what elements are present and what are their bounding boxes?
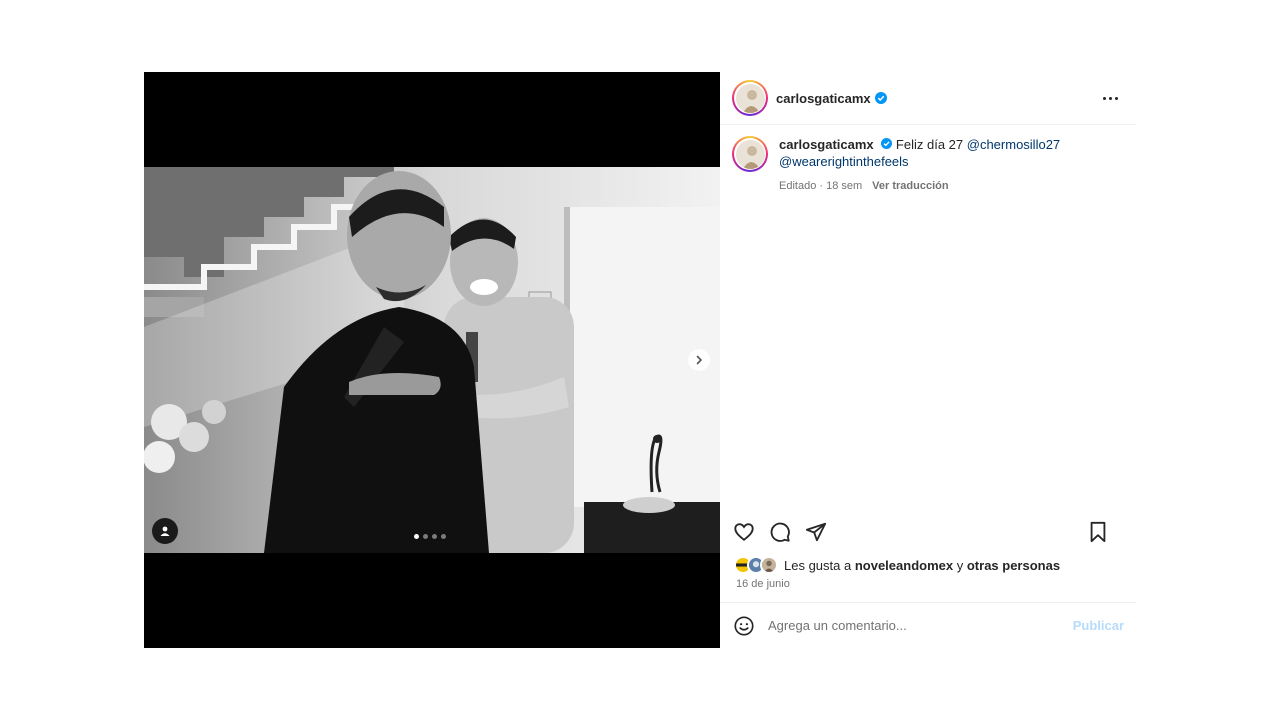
avatar-image: [735, 83, 765, 113]
likes-conjunction: y: [956, 557, 964, 573]
caption-body: carlosgaticamx Feliz día 27 @chermosillo…: [779, 136, 1060, 195]
caption-message: Feliz día 27: [895, 137, 964, 152]
carousel-next-button[interactable]: [688, 349, 710, 371]
caption-mention-link[interactable]: @wearerightinthefeels: [779, 154, 909, 169]
avatar-frame: [734, 82, 766, 114]
more-options-icon-dot: [1114, 96, 1118, 100]
carousel-indicator: [414, 534, 446, 539]
edited-timestamp: Editado · 18 sem: [779, 180, 863, 192]
chevron-right-icon: [696, 355, 703, 365]
post-caption: carlosgaticamx Feliz día 27 @chermosillo…: [732, 136, 1124, 195]
likes-user-link[interactable]: noveleandomex: [855, 558, 953, 573]
verified-badge-icon: [881, 138, 893, 149]
post-media[interactable]: [144, 72, 720, 648]
more-options-button[interactable]: [1098, 88, 1122, 108]
caption-username[interactable]: carlosgaticamx: [779, 137, 874, 152]
liker-avatar: [760, 556, 778, 574]
more-options-icon-dot: [1102, 96, 1106, 100]
avatar-image: [735, 139, 765, 169]
caption-avatar[interactable]: [732, 136, 768, 172]
post-modal: carlosgaticamx carlosgaticamx Feliz día …: [144, 72, 1136, 648]
comment-icon: [770, 522, 790, 542]
avatar-frame: [734, 138, 766, 170]
comment-button[interactable]: [768, 520, 792, 544]
see-translation-link[interactable]: Ver traducción: [872, 178, 948, 195]
likes-others-link[interactable]: otras personas: [967, 558, 1060, 573]
heart-icon: [734, 523, 754, 541]
post-photo: [144, 167, 720, 553]
carousel-dot: [414, 534, 419, 539]
caption-meta: Editado · 18 sem Ver traducción: [779, 178, 1060, 195]
emoji-button[interactable]: [732, 614, 756, 638]
like-button[interactable]: [732, 520, 756, 544]
carousel-dot: [432, 534, 437, 539]
verified-badge-icon: [874, 92, 887, 104]
post-side-panel: carlosgaticamx carlosgaticamx Feliz día …: [720, 72, 1136, 648]
paper-plane-icon: [805, 522, 827, 542]
tagged-people-button[interactable]: [152, 518, 178, 544]
post-header: carlosgaticamx: [720, 72, 1136, 125]
emoji-icon: [734, 615, 754, 636]
likers-avatars[interactable]: [734, 556, 778, 574]
likes-prefix: Les gusta a: [784, 557, 852, 573]
post-author-username[interactable]: carlosgaticamx: [776, 91, 871, 106]
comment-input[interactable]: [768, 618, 1073, 633]
bookmark-icon: [1090, 521, 1106, 543]
caption-text: carlosgaticamx Feliz día 27 @chermosillo…: [779, 136, 1060, 170]
carousel-dot: [441, 534, 446, 539]
publish-button[interactable]: Publicar: [1073, 618, 1124, 633]
share-button[interactable]: [804, 520, 828, 544]
post-date[interactable]: 16 de junio: [736, 578, 790, 590]
caption-mention-link[interactable]: @chermosillo27: [967, 137, 1060, 152]
more-options-icon-dot: [1108, 96, 1112, 100]
carousel-dot: [423, 534, 428, 539]
person-tag-icon: [160, 526, 170, 536]
avatar[interactable]: [732, 80, 768, 116]
likes-summary: Les gusta a noveleandomex y otras person…: [734, 556, 1060, 574]
comment-bar: Publicar: [720, 602, 1136, 648]
post-actions: [732, 520, 1128, 544]
save-button[interactable]: [1086, 520, 1110, 544]
